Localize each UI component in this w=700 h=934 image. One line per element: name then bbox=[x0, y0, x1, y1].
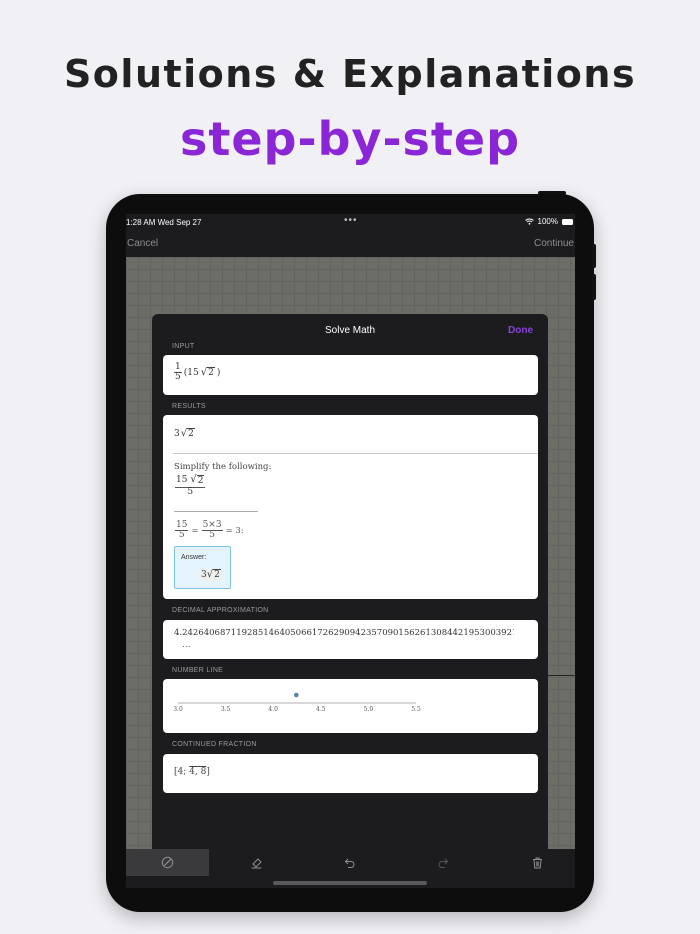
multitasking-dots[interactable]: ••• bbox=[344, 215, 358, 226]
pen-icon bbox=[161, 856, 174, 869]
answer-sqrt: √ 2 bbox=[207, 569, 221, 581]
undo-icon bbox=[344, 858, 355, 868]
wifi-icon bbox=[524, 218, 534, 225]
number-line-section-label: NUMBER LINE bbox=[172, 667, 224, 674]
step2-b-den: 5 bbox=[209, 530, 215, 541]
step2-fraction-a: 15 5 bbox=[175, 520, 189, 541]
tablet-screen: 1:28 AM Wed Sep 27 ••• 100% Cancel Conti… bbox=[126, 214, 575, 888]
step-radicand: 2 bbox=[196, 475, 205, 486]
device-volume-up-button bbox=[592, 244, 596, 268]
eraser-icon bbox=[251, 858, 262, 869]
decimal-card: 4.24264068711928514640506617262909423570… bbox=[163, 620, 538, 659]
result-radicand: 2 bbox=[187, 428, 195, 439]
results-section-label: RESULTS bbox=[172, 403, 206, 410]
undo-button[interactable] bbox=[330, 849, 370, 876]
input-radicand: 2 bbox=[207, 366, 215, 378]
pen-tool-button[interactable] bbox=[126, 849, 209, 876]
step-title: Simplify the following: bbox=[174, 462, 272, 472]
done-button[interactable]: Done bbox=[508, 325, 533, 336]
step-sqrt: √ 2 bbox=[190, 474, 205, 487]
result-expression: 3 √ 2 bbox=[174, 428, 195, 440]
input-paren-close: ) bbox=[216, 367, 221, 378]
step-fraction: 15 √ 2 5 bbox=[175, 474, 206, 497]
step2-fraction-b: 5×3 5 bbox=[201, 520, 223, 541]
result-sqrt: √ 2 bbox=[181, 428, 195, 440]
modal-title: Solve Math bbox=[324, 325, 376, 336]
delete-button[interactable] bbox=[517, 849, 557, 876]
continued-fraction-section-label: CONTINUED FRACTION bbox=[172, 741, 257, 748]
cf-repeat: 4, 8 bbox=[189, 767, 207, 777]
input-expression: 1 5 (15 √ 2 ) bbox=[174, 362, 221, 383]
number-line-plot: 3.0 3.5 4.0 4.5 5.0 5.5 bbox=[173, 692, 421, 713]
results-card: 3 √ 2 Simplify the following: 15 √ 2 5 1… bbox=[163, 415, 538, 599]
answer-radicand: 2 bbox=[213, 569, 221, 580]
step-denominator: 5 bbox=[187, 487, 194, 497]
number-line-tick-label: 4.0 bbox=[268, 706, 278, 713]
status-bar: 1:28 AM Wed Sep 27 ••• 100% bbox=[126, 214, 575, 232]
answer-value: 3 √ 2 bbox=[200, 569, 222, 581]
cancel-button[interactable]: Cancel bbox=[127, 238, 158, 249]
handwriting-canvas[interactable]: Solve Math Done INPUT 1 5 (15 √ 2 ) RESU… bbox=[126, 257, 575, 875]
battery-icon bbox=[562, 218, 573, 225]
number-line-point bbox=[293, 692, 299, 698]
step-divider bbox=[174, 511, 258, 512]
step2-equals: = bbox=[191, 525, 199, 536]
answer-label: Answer: bbox=[181, 554, 207, 561]
redo-button[interactable] bbox=[423, 849, 463, 876]
eraser-tool-button[interactable] bbox=[236, 849, 276, 876]
number-line-tick-label: 3.5 bbox=[221, 706, 231, 713]
status-time: 1:28 AM Wed Sep 27 bbox=[126, 218, 202, 227]
input-sqrt: √ 2 bbox=[201, 366, 215, 379]
number-line-tick-label: 3.0 bbox=[173, 706, 183, 713]
step2-a-den: 5 bbox=[178, 530, 185, 541]
result-divider bbox=[173, 453, 538, 454]
device-volume-down-button bbox=[592, 274, 596, 300]
number-line-card: 3.0 3.5 4.0 4.5 5.0 5.5 bbox=[163, 679, 538, 733]
home-indicator[interactable] bbox=[273, 881, 427, 885]
step-reduction: 15 5 = 5×3 5 = 3: bbox=[175, 520, 244, 541]
input-fraction: 1 5 bbox=[174, 362, 182, 383]
redo-icon bbox=[438, 858, 449, 868]
input-card: 1 5 (15 √ 2 ) bbox=[163, 355, 538, 395]
cf-suffix: ] bbox=[206, 767, 210, 777]
status-right: 100% bbox=[524, 217, 573, 226]
decimal-more-button[interactable]: … bbox=[182, 640, 191, 650]
input-denominator: 5 bbox=[175, 372, 181, 383]
step-num-coef: 15 bbox=[176, 475, 188, 485]
drawing-toolbar bbox=[126, 849, 575, 876]
continue-button[interactable]: Continue bbox=[534, 238, 574, 249]
step2-tail: = 3: bbox=[225, 525, 244, 536]
result-coef: 3 bbox=[174, 429, 180, 439]
number-line-tick-label: 5.0 bbox=[364, 706, 374, 713]
promo-subheadline: step-by-step bbox=[179, 112, 521, 166]
number-line-tick-label: 4.5 bbox=[316, 706, 326, 713]
solve-math-sheet: Solve Math Done INPUT 1 5 (15 √ 2 ) RESU… bbox=[152, 314, 548, 875]
decimal-value: 4.24264068711928514640506617262909423570… bbox=[174, 628, 514, 638]
battery-percent: 100% bbox=[537, 217, 558, 226]
trash-icon bbox=[532, 857, 542, 868]
input-paren-open: (15 bbox=[183, 367, 199, 378]
input-section-label: INPUT bbox=[172, 343, 195, 350]
decimal-section-label: DECIMAL APPROXIMATION bbox=[172, 607, 269, 614]
answer-box: Answer: 3 √ 2 bbox=[174, 546, 231, 589]
promo-headline: Solutions & Explanations bbox=[63, 52, 637, 96]
cf-prefix: [4; bbox=[174, 767, 190, 777]
nav-bar: Cancel Continue bbox=[126, 232, 575, 257]
number-line-tick-label: 5.5 bbox=[411, 706, 421, 713]
continued-fraction-value: [4; 4, 8] bbox=[174, 767, 210, 777]
continued-fraction-card: [4; 4, 8] bbox=[163, 754, 538, 793]
canvas-stroke bbox=[546, 675, 575, 676]
step-fraction-body: 15 √ 2 5 bbox=[175, 474, 206, 497]
